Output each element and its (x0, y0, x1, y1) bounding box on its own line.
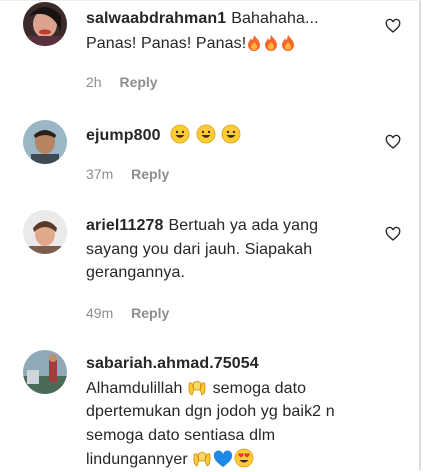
comment-item: salwaabdrahman1 Bahahaha... Panas! Panas!… (0, 1, 421, 111)
comment-item: ariel11278 Bertuah ya ada yang sayang you… (0, 196, 421, 336)
heart-outline-icon[interactable] (385, 18, 401, 34)
grinning-face-emoji-icon (170, 124, 191, 144)
comment-item: ejump800 37m Reply (0, 111, 421, 196)
open-hands-emoji-icon (187, 378, 208, 397)
comment-username[interactable]: ariel11278 (86, 217, 164, 234)
comment-username[interactable]: salwaabdrahman1 (86, 10, 226, 27)
fire-emoji-icon (280, 33, 297, 52)
fire-emoji-icon (263, 33, 280, 52)
comment-username[interactable]: sabariah.ahmad.75054 (86, 355, 259, 372)
heart-outline-icon[interactable] (385, 134, 401, 150)
avatar[interactable] (23, 2, 67, 46)
comment-meta: 2h Reply (86, 74, 158, 90)
reply-button[interactable]: Reply (131, 166, 169, 182)
reply-button[interactable]: Reply (119, 74, 157, 90)
comment-body: ariel11278 Bertuah ya ada yang sayang you… (86, 214, 366, 285)
comment-body: salwaabdrahman1 Bahahaha... Panas! Panas!… (86, 7, 366, 55)
blue-heart-emoji-icon (213, 449, 234, 468)
avatar[interactable] (23, 210, 67, 254)
avatar[interactable] (23, 350, 67, 394)
comment-body: ejump800 (86, 123, 366, 148)
comment-item: sabariah.ahmad.75054 Alhamdulillah semog… (0, 336, 421, 471)
heart-eyes-face-emoji-icon (234, 448, 255, 468)
comment-meta: 37m Reply (86, 166, 169, 182)
comment-meta: 49m Reply (86, 305, 169, 321)
heart-outline-icon[interactable] (385, 226, 401, 242)
open-hands-emoji-icon (192, 449, 213, 468)
comment-timestamp: 49m (86, 305, 114, 321)
comment-body: sabariah.ahmad.75054 Alhamdulillah semog… (86, 352, 366, 472)
grinning-face-emoji-icon (196, 124, 217, 144)
comment-text: Alhamdulillah (86, 379, 183, 397)
avatar[interactable] (23, 120, 67, 164)
reply-button[interactable]: Reply (131, 305, 169, 321)
grinning-face-emoji-icon (221, 124, 242, 144)
fire-emoji-icon (246, 33, 263, 52)
comments-panel: salwaabdrahman1 Bahahaha... Panas! Panas!… (0, 0, 421, 470)
comment-timestamp: 37m (86, 166, 114, 182)
comment-timestamp: 2h (86, 74, 102, 90)
comment-username[interactable]: ejump800 (86, 127, 161, 144)
